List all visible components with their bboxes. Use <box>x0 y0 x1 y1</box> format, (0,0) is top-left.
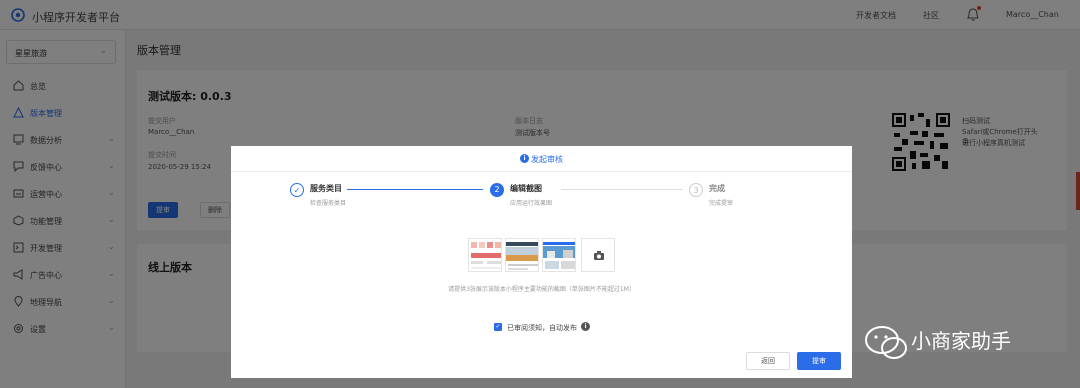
step-title: 编辑截图 <box>510 184 542 193</box>
submit-review-dialog-button[interactable]: 提审 <box>797 352 841 370</box>
step-title: 完成 <box>709 184 725 193</box>
camera-icon <box>594 251 604 260</box>
step-subtitle: 检查服务类目 <box>310 200 347 207</box>
review-dialog: i 发起审核 ✓ 服务类目 检查服务类目 2 编辑截图 应用运行效果图 3 完成… <box>231 146 852 378</box>
step-connector <box>347 189 483 190</box>
step-connector <box>561 189 683 190</box>
info-icon[interactable]: i <box>581 322 590 331</box>
info-icon: i <box>520 154 529 163</box>
dialog-header: i 发起审核 <box>231 146 852 172</box>
add-screenshot-button[interactable] <box>581 238 615 272</box>
back-button[interactable]: 返回 <box>746 352 790 370</box>
screenshot-thumbnail[interactable] <box>468 238 502 272</box>
screenshot-image <box>543 239 575 271</box>
step-subtitle: 完成提审 <box>709 200 734 207</box>
step-title: 服务类目 <box>310 184 342 193</box>
step-done-icon: ✓ <box>290 183 304 197</box>
screenshot-thumbnail[interactable] <box>505 238 539 272</box>
step-number: 2 <box>490 183 504 197</box>
agree-label: 已审阅须知，自动发布 <box>507 324 577 332</box>
step-number: 3 <box>689 183 703 197</box>
screenshot-image <box>469 239 501 271</box>
dialog-title: 发起审核 <box>531 155 563 164</box>
screenshot-thumbnail[interactable] <box>542 238 576 272</box>
agree-checkbox[interactable]: ✓ <box>494 323 502 331</box>
upload-hint: 请提供3张展示该版本小程序主要功能的截图（单张图片不能超过1M） <box>448 286 635 293</box>
watermark-text: 小商家助手 <box>911 329 1011 353</box>
screenshot-image <box>506 239 538 271</box>
step-subtitle: 应用运行效果图 <box>510 200 553 207</box>
